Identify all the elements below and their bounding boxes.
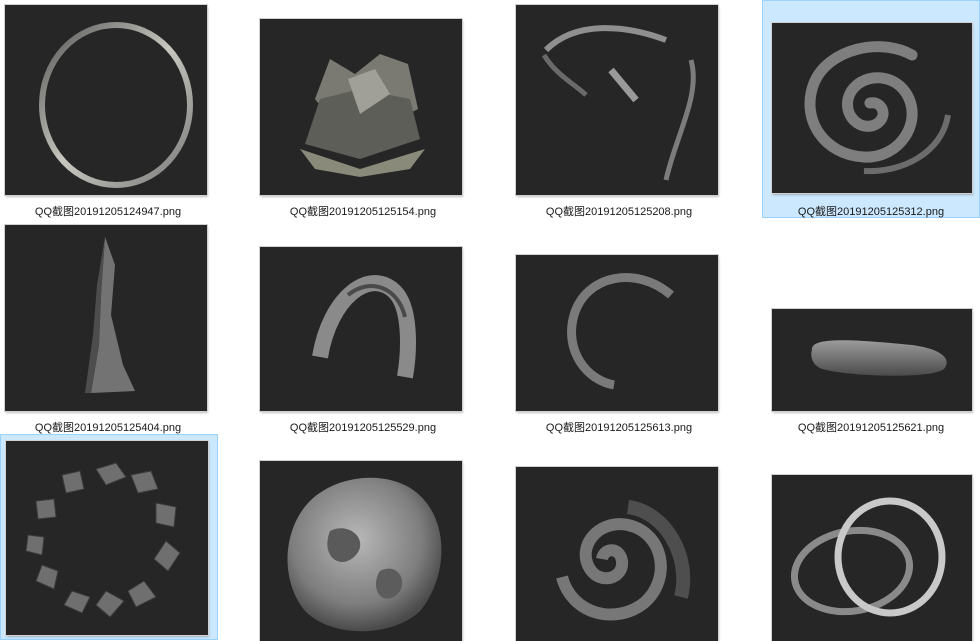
file-item[interactable] [255, 434, 471, 641]
file-item[interactable] [762, 434, 980, 641]
crown-render-thumbnail [260, 19, 462, 195]
file-item[interactable]: QQ截图20191205125613.png [511, 218, 727, 434]
twisted-ribbon-render-thumbnail [516, 5, 718, 195]
file-item[interactable] [511, 434, 727, 641]
file-name: QQ截图20191205125154.png [289, 206, 437, 218]
twisted-column-render-thumbnail [5, 225, 207, 411]
arch-ribbon-render-thumbnail [260, 247, 462, 411]
file-item[interactable]: QQ截图20191205125312.png [762, 0, 980, 218]
file-name: QQ截图20191205125613.png [545, 422, 693, 434]
file-item[interactable]: QQ截图20191205124947.png [0, 0, 216, 218]
file-name: QQ截图20191205125404.png [34, 422, 182, 434]
file-item[interactable]: QQ截图20191205125621.png [762, 218, 980, 434]
file-name: QQ截图20191205125621.png [797, 422, 945, 434]
file-name: QQ截图20191205125208.png [545, 206, 693, 218]
file-item[interactable]: QQ截图20191205125404.png [0, 218, 216, 434]
spiral-shell-render-thumbnail [516, 467, 718, 641]
double-ring-render-thumbnail [772, 475, 972, 641]
lumpy-sphere-render-thumbnail [260, 461, 462, 641]
rock-ring-render-thumbnail [6, 441, 208, 635]
spiral-render-thumbnail [772, 23, 972, 193]
capsule-render-thumbnail [772, 309, 972, 411]
ring-render-thumbnail [5, 5, 207, 195]
file-item[interactable]: QQ截图20191205125154.png [255, 0, 471, 218]
file-item[interactable] [0, 434, 218, 640]
file-item[interactable]: QQ截图20191205125208.png [511, 0, 727, 218]
curl-ribbon-render-thumbnail [516, 255, 718, 411]
file-name: QQ截图20191205124947.png [34, 206, 182, 218]
file-name: QQ截图20191205125529.png [289, 422, 437, 434]
file-name: QQ截图20191205125312.png [797, 206, 945, 218]
file-item[interactable]: QQ截图20191205125529.png [255, 218, 471, 434]
